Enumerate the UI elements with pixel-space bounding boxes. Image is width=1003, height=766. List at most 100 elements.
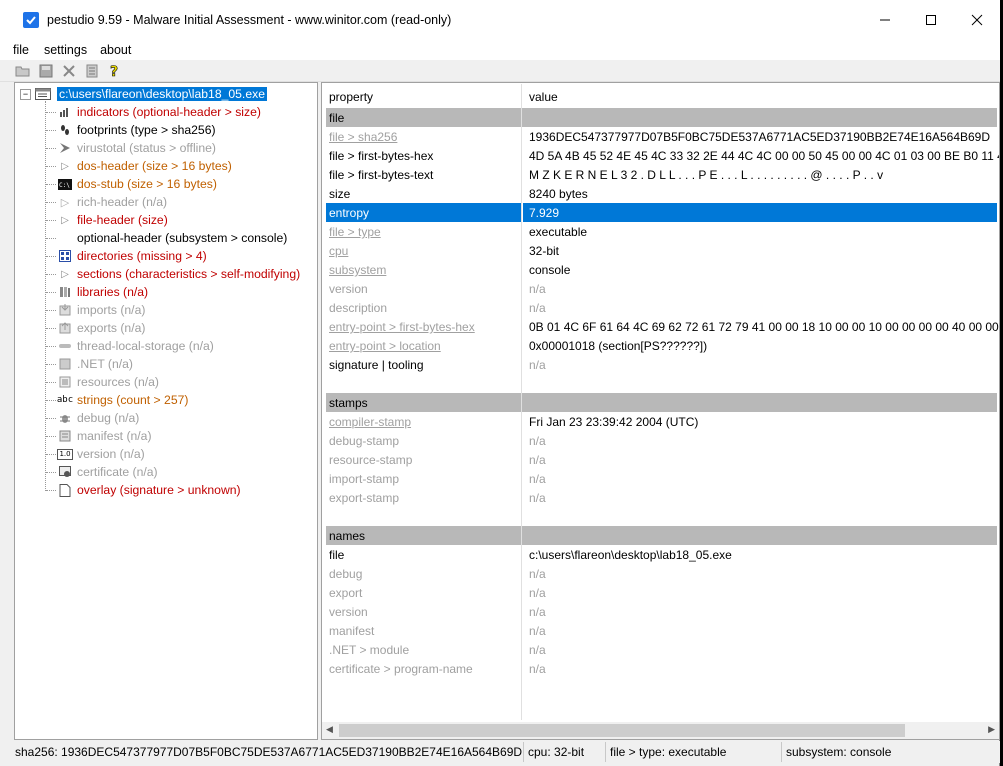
tree-item[interactable]: imports (n/a) [58,301,145,319]
property-row[interactable]: .NET > module n/a [326,640,997,659]
delete-icon[interactable] [60,62,78,80]
horizontal-scrollbar[interactable]: ◀ ▶ [322,722,999,739]
collapse-icon[interactable]: − [20,88,31,100]
root-file-label[interactable]: c:\users\flareon\desktop\lab18_05.exe [57,87,267,101]
property-cell[interactable]: entry-point > location [329,339,441,353]
tree-item[interactable]: exports (n/a) [58,319,145,337]
close-button[interactable] [954,0,1000,40]
tree-item[interactable]: certificate (n/a) [58,463,158,481]
tree-item-label[interactable]: .NET (n/a) [77,357,133,371]
property-row[interactable]: description n/a [326,298,997,317]
tree-item[interactable]: footprints (type > sha256) [58,121,216,139]
tree-item[interactable]: overlay (signature > unknown) [58,481,241,499]
property-cell[interactable]: file > type [329,225,381,239]
property-cell[interactable]: cpu [329,244,348,258]
property-row[interactable]: file c:\users\flareon\desktop\lab18_05.ex… [326,545,997,564]
minimize-button[interactable] [862,0,908,40]
tree-item-label[interactable]: manifest (n/a) [77,429,152,443]
tree-item-label[interactable]: rich-header (n/a) [77,195,167,209]
tree-item-label[interactable]: virustotal (status > offline) [77,141,216,155]
property-row[interactable]: cpu 32-bit [326,241,997,260]
tree-item[interactable]: ▷ file-header (size) [58,211,168,229]
tree-item[interactable]: indicators (optional-header > size) [58,103,261,121]
column-header-property[interactable]: property [329,90,373,104]
property-row[interactable]: certificate > program-name n/a [326,659,997,678]
tree-item[interactable]: directories (missing > 4) [58,247,207,265]
tree-item[interactable]: debug (n/a) [58,409,139,427]
tree-item[interactable]: ▷ sections (characteristics > self-modify… [58,265,300,283]
tree-item[interactable]: ▷ dos-header (size > 16 bytes) [58,157,232,175]
tree-item-label[interactable]: imports (n/a) [77,303,145,317]
property-row[interactable]: manifest n/a [326,621,997,640]
tree-item[interactable]: thread-local-storage (n/a) [58,337,214,355]
property-cell[interactable]: subsystem [329,263,386,277]
tree-item-label[interactable]: debug (n/a) [77,411,139,425]
property-grid[interactable]: property value file file > sha256 1936DEC5… [321,82,1000,740]
tree-item-label[interactable]: file-header (size) [77,213,168,227]
property-row[interactable]: version n/a [326,602,997,621]
tree-item-label[interactable]: strings (count > 257) [77,393,188,407]
property-row[interactable]: debug-stamp n/a [326,431,997,450]
tree-item[interactable]: optional-header (subsystem > console) [58,229,287,247]
tree-item-label[interactable]: directories (missing > 4) [77,249,207,263]
tree-item-label[interactable]: dos-stub (size > 16 bytes) [77,177,217,191]
tree-item[interactable]: .NET (n/a) [58,355,133,373]
tree-item-label[interactable]: certificate (n/a) [77,465,158,479]
scroll-left-icon[interactable]: ◀ [326,724,333,735]
maximize-button[interactable] [908,0,954,40]
tree-panel[interactable]: − c:\users\flareon\desktop\lab18_05.exe … [14,82,318,740]
tree-item[interactable]: manifest (n/a) [58,427,152,445]
tree-item-label[interactable]: libraries (n/a) [77,285,148,299]
tree-item[interactable]: resources (n/a) [58,373,159,391]
column-separator[interactable] [521,84,522,720]
property-row[interactable]: file > sha256 1936DEC547377977D07B5F0BC75… [326,127,997,146]
property-row[interactable]: entry-point > first-bytes-hex 0B 01 4C 6F… [326,317,999,336]
section-header-row[interactable]: names [326,526,997,545]
menu-settings[interactable]: settings [36,43,94,57]
property-row[interactable]: file > first-bytes-hex 4D 5A 4B 45 52 4E … [326,146,999,165]
tree-item[interactable]: libraries (n/a) [58,283,148,301]
list-icon[interactable] [83,62,101,80]
tree-item[interactable]: abc strings (count > 257) [57,391,189,409]
property-cell[interactable]: file > sha256 [329,130,397,144]
tree-item[interactable]: C:\ dos-stub (size > 16 bytes) [58,175,217,193]
help-icon[interactable]: ? [106,62,124,80]
tree-item-label[interactable]: resources (n/a) [77,375,159,389]
property-cell[interactable]: entry-point > first-bytes-hex [329,320,475,334]
tree-item[interactable]: virustotal (status > offline) [58,139,216,157]
column-header-value[interactable]: value [529,90,558,104]
save-icon[interactable] [37,62,55,80]
tree-item-label[interactable]: overlay (signature > unknown) [77,483,241,497]
scroll-thumb[interactable] [339,724,905,737]
property-row[interactable]: file > type executable [326,222,997,241]
property-row[interactable]: resource-stamp n/a [326,450,997,469]
scroll-right-icon[interactable]: ▶ [988,724,995,735]
tree-item[interactable]: 1.0 version (n/a) [57,445,145,463]
property-row[interactable]: signature | tooling n/a [326,355,997,374]
tree-item-label[interactable]: indicators (optional-header > size) [77,105,261,119]
tree-item-label[interactable]: exports (n/a) [77,321,145,335]
tree-item-label[interactable]: thread-local-storage (n/a) [77,339,214,353]
section-header-row[interactable]: stamps [326,393,997,412]
menu-about[interactable]: about [94,43,138,57]
tree-item-label[interactable]: version (n/a) [77,447,145,461]
property-row[interactable]: export-stamp n/a [326,488,997,507]
tree-root[interactable]: − c:\users\flareon\desktop\lab18_05.exe [20,85,267,103]
tree-item[interactable]: ▷ rich-header (n/a) [58,193,167,211]
blank-row[interactable] [326,507,997,526]
tree-item-label[interactable]: footprints (type > sha256) [77,123,216,137]
blank-row[interactable] [326,374,997,393]
property-row[interactable]: export n/a [326,583,997,602]
property-cell[interactable]: compiler-stamp [329,415,411,429]
property-row[interactable]: compiler-stamp Fri Jan 23 23:39:42 2004 (… [326,412,997,431]
tree-item-label[interactable]: sections (characteristics > self-modifyi… [77,267,300,281]
property-row[interactable]: debug n/a [326,564,997,583]
property-row[interactable]: entry-point > location 0x00001018 (sectio… [326,336,997,355]
section-header-row[interactable]: file [326,108,997,127]
property-row[interactable]: version n/a [326,279,997,298]
property-row[interactable]: subsystem console [326,260,997,279]
tree-item-label[interactable]: optional-header (subsystem > console) [77,231,287,245]
open-icon[interactable] [14,62,32,80]
menu-file[interactable]: file [0,43,36,57]
property-row[interactable]: file > first-bytes-text M Z K E R N E L 3… [326,165,997,184]
